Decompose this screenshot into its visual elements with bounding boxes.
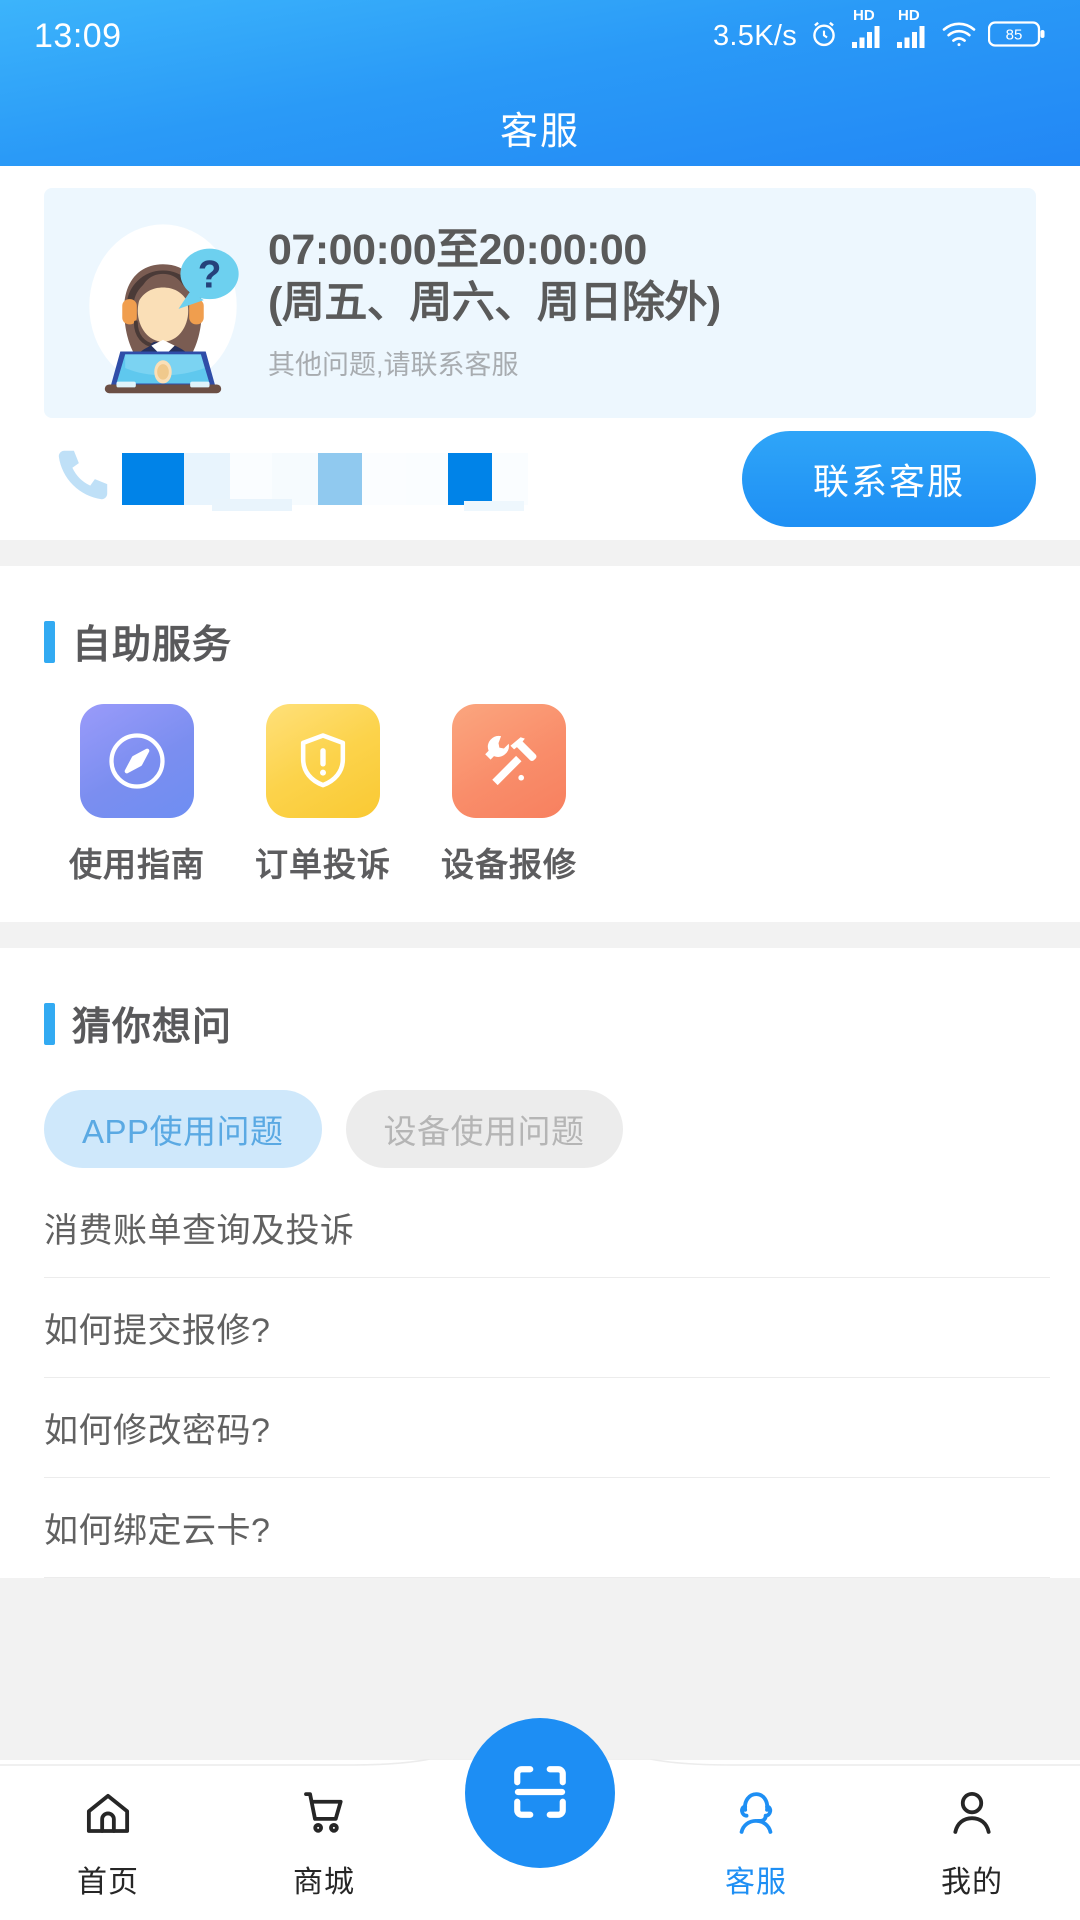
alarm-clock-icon bbox=[808, 18, 840, 55]
service-hours-block: ? 07:00:00至20:00:00 (周五、周六、周日除外) 其他问题,请联… bbox=[0, 166, 1080, 540]
tab-label: 首页 bbox=[77, 1866, 139, 1899]
self-service-grid: 使用指南 订单投诉 设备报修 bbox=[0, 670, 1080, 922]
page-content: ? 07:00:00至20:00:00 (周五、周六、周日除外) 其他问题,请联… bbox=[0, 166, 1080, 1920]
status-bar-icons: 3.5K/s HD HD 85 bbox=[712, 8, 1046, 55]
contact-customer-service-button[interactable]: 联系客服 bbox=[742, 431, 1036, 527]
tab-label: 客服 bbox=[725, 1866, 787, 1899]
question-mark-glyph: ? bbox=[198, 253, 222, 296]
signal-1: HD bbox=[851, 8, 885, 49]
faq-item[interactable]: 如何绑定云卡? bbox=[44, 1478, 1050, 1578]
cart-icon bbox=[297, 1786, 351, 1845]
section-divider bbox=[0, 540, 1080, 566]
faq-item[interactable]: 如何修改密码? bbox=[44, 1378, 1050, 1478]
signal-bars-icon-2 bbox=[897, 26, 925, 48]
masked-digit-block bbox=[492, 453, 528, 505]
tab-label: 我的 bbox=[941, 1866, 1003, 1899]
network-speed-text: 3.5K/s bbox=[712, 19, 797, 52]
hd-label-1: HD bbox=[853, 7, 875, 24]
faq-title: 猜你想问 bbox=[72, 1006, 233, 1049]
self-service-section: 自助服务 使用指南 订单投诉 设备报修 bbox=[0, 566, 1080, 922]
self-service-item-complaint[interactable]: 订单投诉 bbox=[230, 704, 416, 886]
masked-digit-block bbox=[122, 453, 184, 505]
user-icon bbox=[945, 1786, 999, 1845]
bottom-navigation: 首页 商城 客服 我的 bbox=[0, 1718, 1080, 1920]
hd-label-2: HD bbox=[898, 7, 920, 24]
compass-icon bbox=[80, 704, 194, 818]
self-service-title: 自助服务 bbox=[72, 624, 233, 667]
faq-list: 消费账单查询及投诉 如何提交报修? 如何修改密码? 如何绑定云卡? bbox=[0, 1178, 1080, 1578]
masked-digit-block bbox=[362, 453, 406, 505]
headset-person-icon bbox=[729, 1786, 783, 1845]
masked-digit-block bbox=[230, 453, 272, 505]
scan-qr-button[interactable] bbox=[465, 1718, 615, 1868]
wrench-hammer-icon bbox=[452, 704, 566, 818]
masked-digit-underline bbox=[212, 498, 292, 511]
service-hours-line-1: 07:00:00至20:00:00 bbox=[268, 226, 647, 275]
shield-alert-icon bbox=[266, 704, 380, 818]
section-divider bbox=[0, 922, 1080, 948]
app-bar: 客服 bbox=[0, 72, 1080, 182]
page-title: 客服 bbox=[499, 110, 580, 153]
tab-mall[interactable]: 商城 bbox=[216, 1786, 432, 1901]
status-bar: 13:09 3.5K/s HD HD 85 bbox=[0, 0, 1080, 72]
self-service-header: 自助服务 bbox=[0, 566, 1080, 670]
home-icon bbox=[81, 1786, 135, 1845]
signal-2: HD bbox=[896, 8, 930, 49]
wifi-icon bbox=[941, 20, 977, 53]
faq-header: 猜你想问 bbox=[0, 948, 1080, 1052]
tab-label: 商城 bbox=[293, 1866, 355, 1899]
service-hours-line-2: (周五、周六、周日除外) bbox=[268, 278, 721, 327]
customer-service-agent-illustration: ? bbox=[66, 206, 260, 400]
self-service-label: 使用指南 bbox=[69, 846, 205, 883]
self-service-label: 订单投诉 bbox=[255, 846, 391, 883]
phone-icon bbox=[44, 440, 118, 519]
service-hours-text: 07:00:00至20:00:00 (周五、周六、周日除外) 其他问题,请联系客… bbox=[260, 224, 735, 382]
service-hours-card: ? 07:00:00至20:00:00 (周五、周六、周日除外) 其他问题,请联… bbox=[44, 188, 1036, 418]
tab-customer-service[interactable]: 客服 bbox=[648, 1786, 864, 1901]
faq-section: 猜你想问 APP使用问题 设备使用问题 消费账单查询及投诉 如何提交报修? 如何… bbox=[0, 948, 1080, 1578]
faq-item[interactable]: 如何提交报修? bbox=[44, 1278, 1050, 1378]
top-header: 13:09 3.5K/s HD HD 85 客服 bbox=[0, 0, 1080, 166]
masked-digit-block bbox=[184, 453, 230, 505]
self-service-item-repair[interactable]: 设备报修 bbox=[416, 704, 602, 886]
masked-digit-block bbox=[318, 453, 362, 505]
tab-home[interactable]: 首页 bbox=[0, 1786, 216, 1901]
masked-digit-block bbox=[272, 453, 318, 505]
faq-tabs: APP使用问题 设备使用问题 bbox=[0, 1052, 1080, 1178]
masked-digit-underline bbox=[464, 500, 524, 511]
self-service-item-guide[interactable]: 使用指南 bbox=[44, 704, 230, 886]
section-accent-bar bbox=[44, 621, 55, 663]
self-service-label: 设备报修 bbox=[441, 846, 577, 883]
service-hours-subtitle: 其他问题,请联系客服 bbox=[268, 349, 519, 380]
tab-mine[interactable]: 我的 bbox=[864, 1786, 1080, 1901]
battery-icon: 85 bbox=[987, 19, 1046, 54]
tab-app-questions[interactable]: APP使用问题 bbox=[44, 1090, 322, 1168]
phone-number-masked[interactable] bbox=[44, 440, 742, 519]
tab-device-questions[interactable]: 设备使用问题 bbox=[345, 1090, 623, 1168]
masked-digit-block bbox=[406, 453, 448, 505]
masked-digit-block bbox=[448, 453, 492, 505]
signal-bars-icon-1 bbox=[852, 26, 880, 48]
section-accent-bar bbox=[44, 1003, 55, 1045]
faq-item[interactable]: 消费账单查询及投诉 bbox=[44, 1178, 1050, 1278]
contact-row: 联系客服 bbox=[44, 418, 1036, 540]
battery-level-text: 85 bbox=[1006, 26, 1023, 43]
scan-qr-icon bbox=[501, 1753, 579, 1834]
status-bar-time: 13:09 bbox=[34, 16, 122, 55]
